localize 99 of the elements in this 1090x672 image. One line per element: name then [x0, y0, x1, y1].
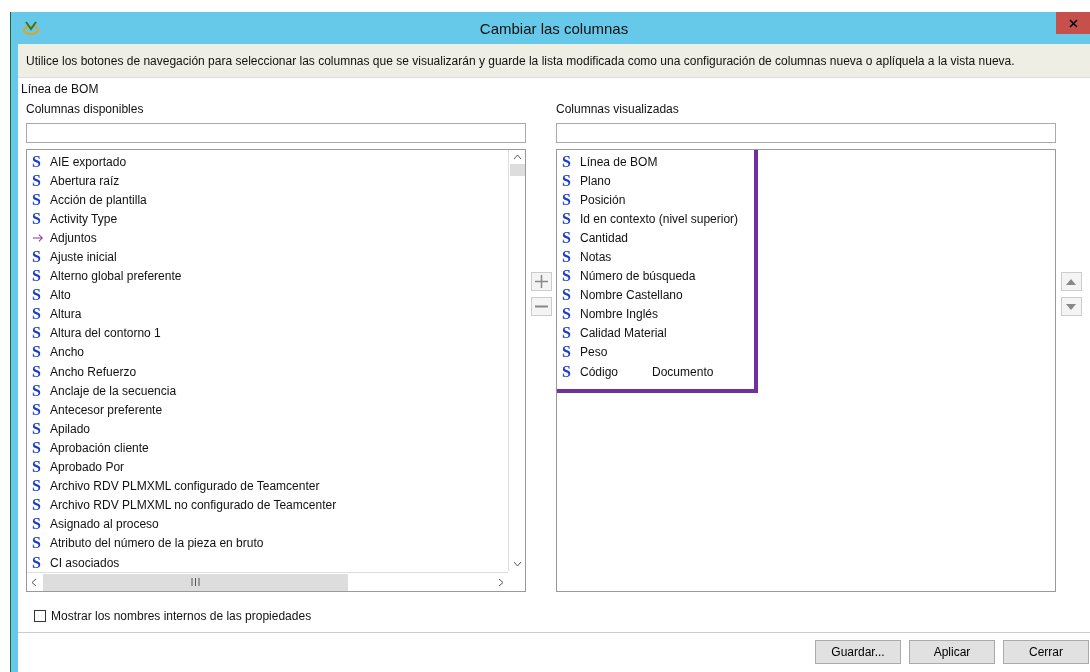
list-item[interactable]: S Archivo RDV PLMXML configurado de Teamcenter — [32, 476, 320, 496]
string-type-icon: S — [32, 382, 44, 399]
vertical-scrollbar[interactable] — [508, 150, 525, 571]
app-logo-icon — [22, 20, 40, 36]
string-type-icon: S — [32, 439, 44, 456]
string-type-icon: S — [32, 344, 44, 361]
dialog-button[interactable]: Cerrar — [1003, 640, 1089, 664]
list-item[interactable]: S Aprobación cliente — [32, 438, 149, 458]
list-item[interactable]: S Asignado al proceso — [32, 514, 159, 534]
string-type-icon: S — [32, 325, 44, 342]
string-type-icon: S — [562, 172, 574, 189]
list-item[interactable]: S Anclaje de la secuencia — [32, 381, 177, 401]
string-type-icon: S — [32, 401, 44, 418]
list-item[interactable]: S Altura — [32, 304, 82, 324]
dialog-button[interactable]: Aplicar — [909, 640, 995, 664]
list-item[interactable]: S Antecesor preferente — [32, 400, 163, 420]
list-item[interactable]: S Línea de BOM — [562, 152, 658, 172]
list-item[interactable]: S Código Documento — [562, 362, 714, 382]
window-title: Cambiar las columnas — [479, 19, 629, 37]
instruction-text: Utilice los botones de navegación para seleccionar las columnas que se visualizarán y guarde la lista modificada como una configuración de columnas nueva o aplíquela a la vista nueva. — [26, 53, 1015, 68]
scroll-left-icon — [31, 577, 37, 587]
move-up-button[interactable] — [1060, 272, 1082, 291]
remove-button[interactable] — [530, 297, 552, 316]
list-item[interactable]: S CI asociados — [32, 552, 120, 573]
list-item[interactable]: S Alterno global preferente — [32, 266, 182, 286]
string-type-icon: S — [562, 153, 574, 170]
string-type-icon: S — [32, 516, 44, 533]
filter-field[interactable] — [26, 123, 526, 143]
list-item[interactable]: S Archivo RDV PLMXML no configurado de Teamcenter — [32, 495, 337, 515]
panel-label: Columnas visualizadas — [556, 101, 680, 118]
list-item[interactable]: S AIE exportado — [32, 152, 127, 172]
list-item[interactable]: S Ancho — [32, 342, 85, 363]
list-item[interactable]: S Aprobado Por — [32, 457, 125, 477]
string-type-icon: S — [562, 306, 574, 323]
string-type-icon: S — [32, 497, 44, 514]
scroll-thumb[interactable] — [509, 164, 525, 176]
string-type-icon: S — [32, 420, 44, 437]
object-type-label: Línea de BOM — [20, 81, 100, 98]
list-item[interactable]: S Nombre Castellano — [562, 285, 683, 305]
string-type-icon: S — [32, 287, 44, 304]
list-item[interactable]: S Ajuste inicial — [32, 247, 117, 267]
checkbox[interactable] — [34, 610, 46, 622]
list-item[interactable]: S Atributo del número de la pieza en bruto — [32, 533, 264, 553]
string-type-icon: S — [562, 268, 574, 285]
list-item[interactable]: Adjuntos — [32, 228, 97, 248]
panel-label: Columnas disponibles — [26, 101, 145, 118]
string-type-icon: S — [562, 249, 574, 265]
triangle-down-icon — [1066, 303, 1076, 310]
list-item[interactable]: S Alto — [32, 285, 71, 305]
triangle-up-icon — [1066, 278, 1076, 285]
filter-field[interactable] — [556, 123, 1056, 143]
string-type-icon: S — [32, 459, 44, 476]
string-type-icon: S — [32, 554, 44, 571]
list-item[interactable]: S Cantidad — [562, 228, 629, 248]
scroll-down-icon — [512, 561, 522, 567]
string-type-icon: S — [32, 306, 44, 323]
string-type-icon: S — [562, 363, 574, 380]
list-item[interactable]: S Nombre Inglés — [562, 304, 659, 324]
string-type-icon: S — [562, 229, 574, 246]
arrow-icon — [32, 232, 44, 243]
horizontal-scrollbar[interactable] — [27, 572, 508, 591]
list-item[interactable]: S Posición — [562, 190, 626, 210]
plus-icon — [534, 275, 548, 288]
close-button[interactable] — [1056, 12, 1090, 34]
string-type-icon: S — [32, 363, 44, 380]
list-item[interactable]: S Altura del contorno 1 — [32, 323, 161, 343]
string-type-icon: S — [32, 172, 44, 189]
internal-names-checkbox[interactable]: Mostrar los nombres internos de las propiedades — [18, 592, 1090, 624]
list-item[interactable]: S Ancho Refuerzo — [32, 362, 137, 382]
list-item[interactable]: S Apilado — [32, 419, 91, 439]
list-item[interactable]: S Id en contexto (nivel superior) — [562, 209, 739, 229]
grip-icon — [191, 578, 200, 586]
string-type-icon: S — [562, 344, 574, 361]
string-type-icon: S — [32, 535, 44, 552]
list-item[interactable]: S Plano — [562, 171, 611, 191]
string-type-icon: S — [562, 191, 574, 208]
list-item[interactable]: S Activity Type — [32, 209, 118, 229]
string-type-icon: S — [32, 268, 44, 285]
string-type-icon: S — [562, 325, 574, 342]
string-type-icon: S — [32, 191, 44, 208]
string-type-icon: S — [32, 249, 44, 265]
list-item[interactable]: S Peso — [562, 342, 608, 363]
string-type-icon: S — [32, 210, 44, 227]
scroll-right-icon — [498, 577, 504, 587]
string-type-icon: S — [32, 153, 44, 170]
list-item[interactable]: S Abertura raíz — [32, 171, 120, 191]
string-type-icon: S — [562, 210, 574, 227]
list-item[interactable]: S Notas — [562, 247, 612, 267]
scroll-up-icon — [512, 154, 522, 160]
list-item[interactable]: S Número de búsqueda — [562, 266, 696, 286]
add-button[interactable] — [530, 272, 552, 291]
dialog-button[interactable]: Guardar... — [815, 640, 901, 664]
string-type-icon: S — [32, 478, 44, 495]
list-item[interactable]: S Calidad Material — [562, 323, 667, 343]
close-icon — [1068, 18, 1078, 28]
minus-icon — [534, 305, 548, 308]
list-item[interactable]: S Acción de plantilla — [32, 190, 147, 210]
string-type-icon: S — [562, 287, 574, 304]
move-down-button[interactable] — [1060, 297, 1082, 316]
